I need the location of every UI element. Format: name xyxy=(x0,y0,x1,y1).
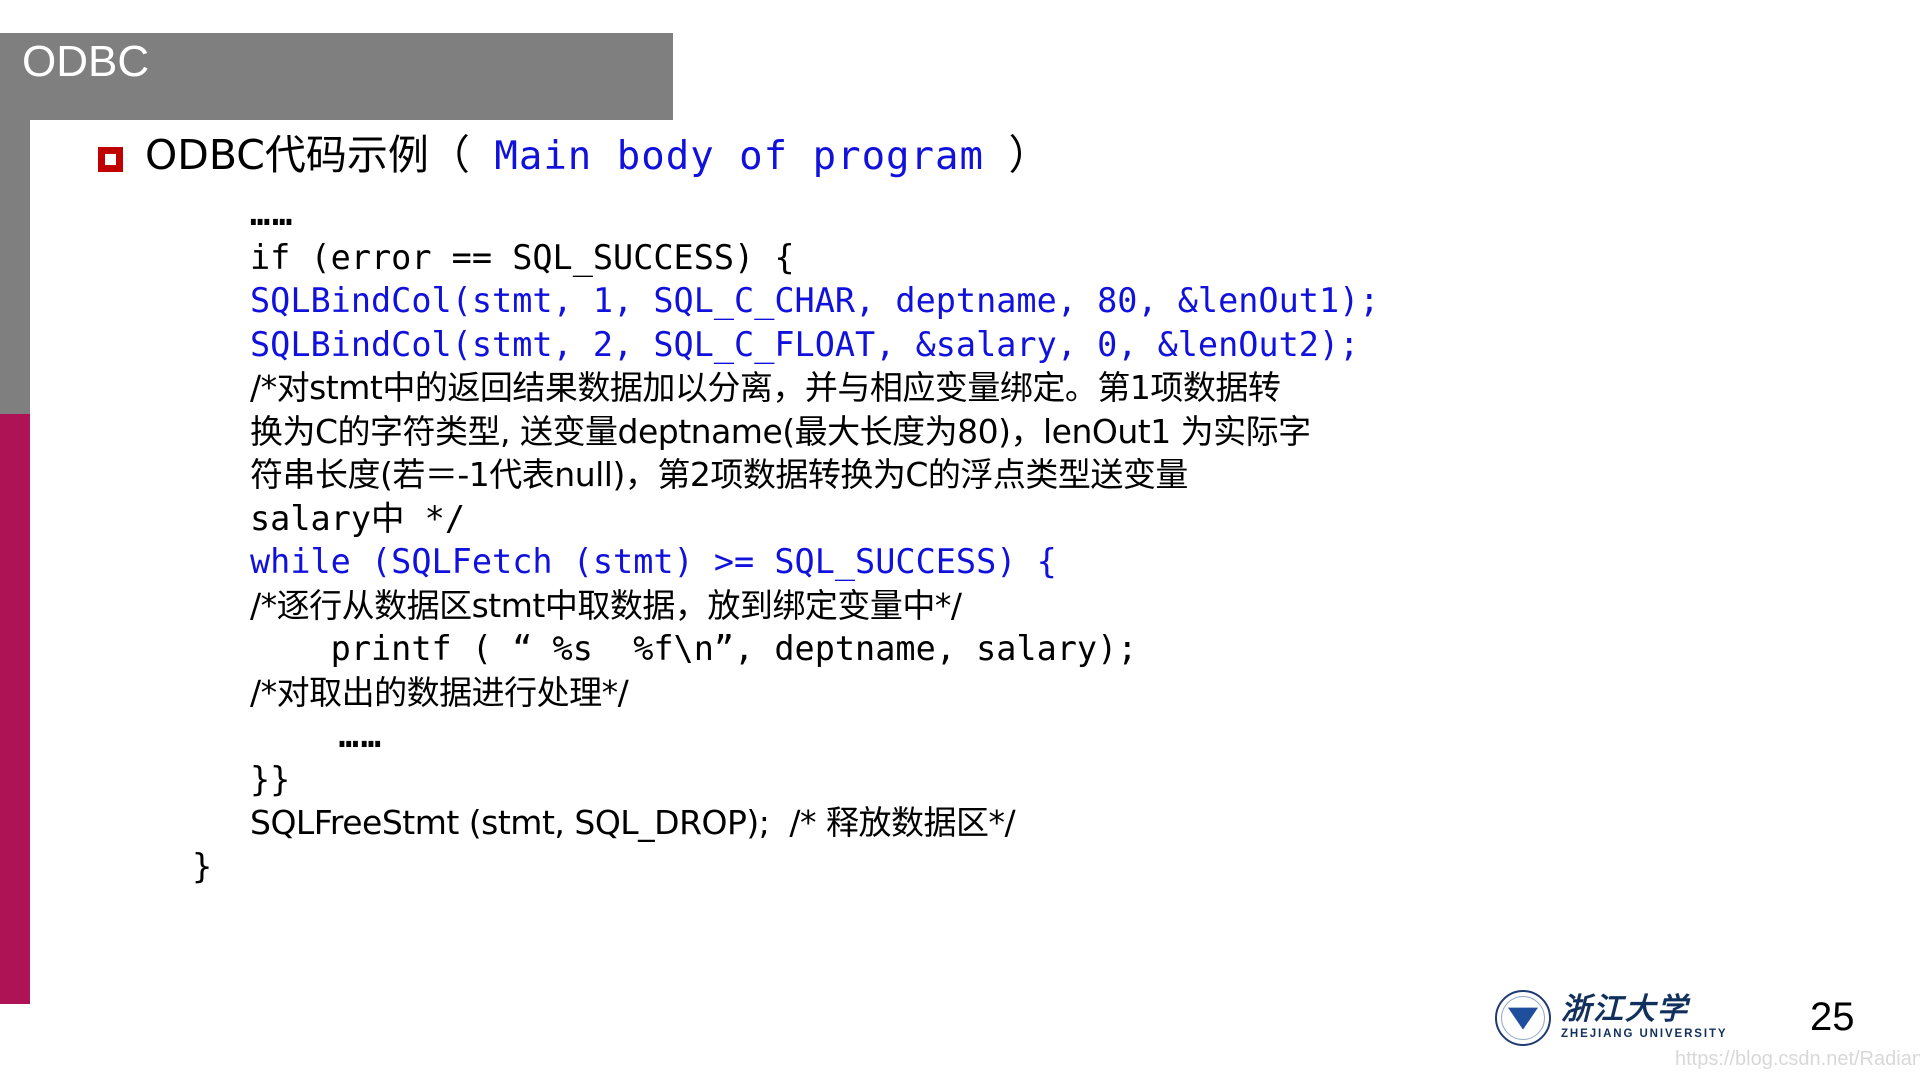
bullet-text-close: ） xyxy=(1008,131,1050,179)
page-number: 25 xyxy=(1810,995,1855,1039)
logo-name-en: ZHEJIANG UNIVERSITY xyxy=(1561,1028,1728,1041)
university-seal-icon xyxy=(1495,990,1551,1046)
seal-bird-icon xyxy=(1508,1007,1538,1030)
code-line: SQLBindCol(stmt, 2, SQL_C_FLOAT, &salary… xyxy=(250,324,1360,364)
code-line: if (error == SQL_SUCCESS) { xyxy=(250,237,795,277)
code-line: 换为C的字符类型, 送变量deptname(最大长度为80)，lenOut1 为… xyxy=(250,411,1311,451)
code-line: }} xyxy=(250,759,291,799)
source-watermark: https://blog.csdn.net/RadiantJeral xyxy=(1675,1048,1920,1070)
page-title: ODBC xyxy=(22,37,150,86)
code-line: salary中 */ xyxy=(250,498,466,538)
code-line: /*对stmt中的返回结果数据加以分离，并与相应变量绑定。第1项数据转 xyxy=(250,368,1281,407)
bullet-text-en: Main body of program xyxy=(469,134,1009,179)
code-line: } xyxy=(192,846,213,886)
logo-name-cn: 浙江大学 xyxy=(1561,992,1689,1028)
code-line: …… xyxy=(250,716,384,755)
code-line: SQLBindCol(stmt, 1, SQL_C_CHAR, deptname… xyxy=(250,281,1380,320)
zhejiang-university-logo: 浙江大学 ZHEJIANG UNIVERSITY xyxy=(1495,990,1727,1046)
bullet-item: ODBC代码示例（ Main body of program ） xyxy=(98,130,1049,182)
slide-title-banner: ODBC xyxy=(0,33,673,120)
bullet-text-cn: ODBC代码示例（ xyxy=(145,131,470,179)
code-line: …… xyxy=(250,194,295,233)
code-line: /*对取出的数据进行处理*/ xyxy=(250,672,629,712)
code-line: 符串长度(若＝-1代表null)，第2项数据转换为C的浮点类型送变量 xyxy=(250,455,1188,494)
code-line: /*逐行从数据区stmt中取数据，放到绑定变量中*/ xyxy=(250,585,962,625)
left-rail-magenta xyxy=(0,414,30,1004)
square-bullet-icon xyxy=(98,147,123,172)
logo-wordmark: 浙江大学 ZHEJIANG UNIVERSITY xyxy=(1561,995,1727,1041)
code-listing: …… if (error == SQL_SUCCESS) { SQLBindCol(… xyxy=(192,192,1380,888)
code-line: printf ( “ %s %f\n”, deptname, salary); xyxy=(250,629,1138,668)
code-line: SQLFreeStmt (stmt, SQL_DROP); /* 释放数据区*/ xyxy=(250,803,1016,842)
bullet-item-label: ODBC代码示例（ Main body of program ） xyxy=(145,130,1049,182)
slide-content: ODBC代码示例（ Main body of program ） …… if (e… xyxy=(30,120,1920,1080)
code-line: while (SQLFetch (stmt) >= SQL_SUCCESS) { xyxy=(250,542,1057,581)
